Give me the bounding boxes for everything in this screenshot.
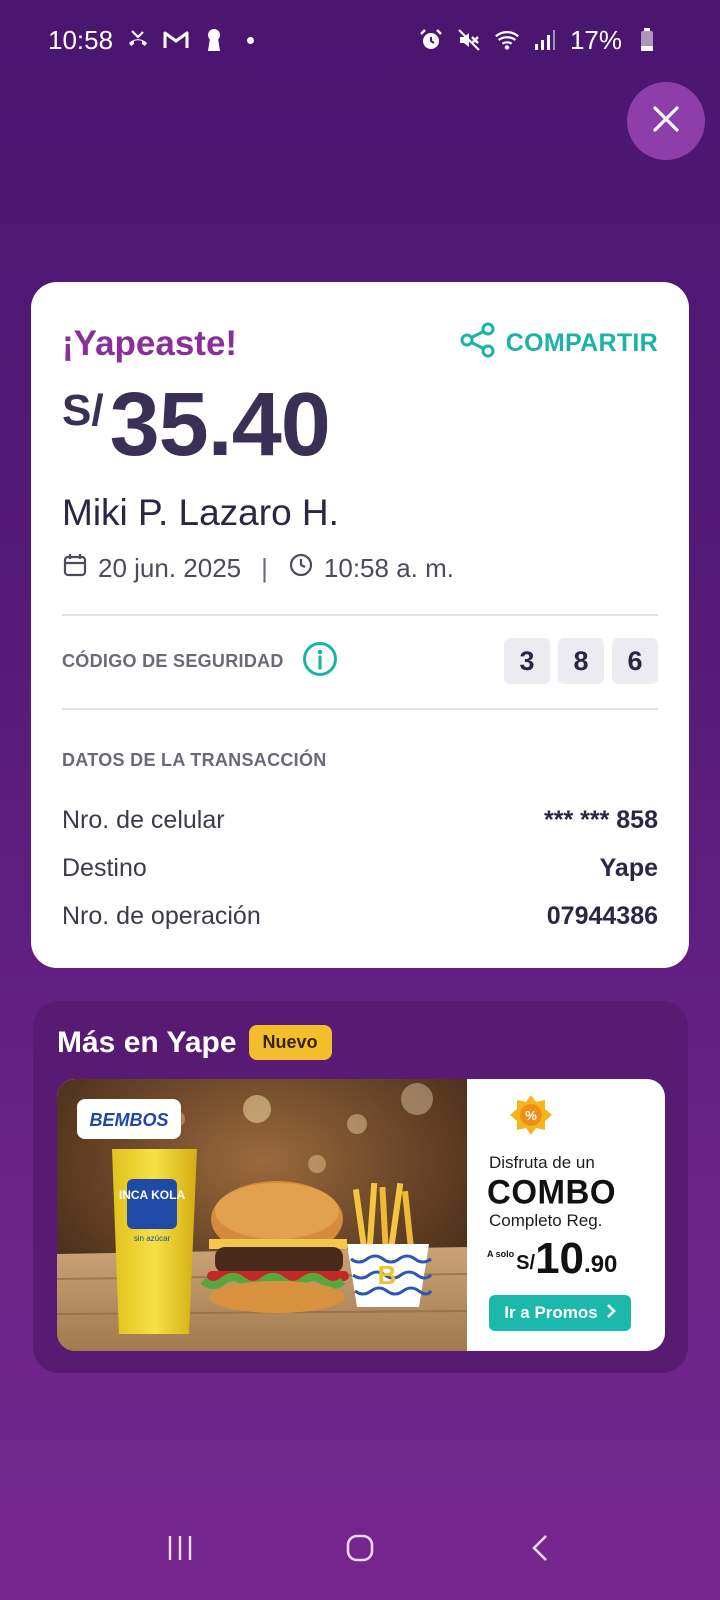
security-digit: 8 — [558, 638, 604, 684]
receipt-card: ¡Yapeaste! COMPARTIR S/ 35.40 Miki P. La… — [31, 282, 689, 968]
row-value: *** *** 858 — [544, 806, 658, 834]
status-time: 10:58 — [48, 24, 114, 55]
promo-headline: COMBO — [487, 1172, 616, 1211]
row-label: Destino — [62, 854, 147, 882]
home-icon — [345, 1533, 375, 1568]
wifi-icon — [494, 27, 520, 53]
brand-logo-text: BEMBOS — [89, 1110, 168, 1130]
transaction-row: Nro. de operación 07944386 — [62, 902, 658, 931]
close-icon — [652, 105, 680, 138]
clock-icon — [288, 552, 314, 585]
share-label: COMPARTIR — [505, 329, 658, 357]
promo-line3: Completo Reg. — [489, 1211, 603, 1230]
more-header: Más en Yape Nuevo — [57, 1025, 332, 1060]
security-digit: 3 — [504, 638, 550, 684]
notification-dot — [247, 36, 255, 44]
status-left: 10:58 — [48, 24, 255, 56]
security-code: 3 8 6 — [504, 638, 658, 684]
time-text: 10:58 a. m. — [323, 553, 454, 583]
row-label: Nro. de celular — [62, 806, 225, 834]
share-icon — [460, 322, 496, 365]
svg-text:B: B — [378, 1260, 397, 1290]
promo-price: A solo S/ 10 .90 — [487, 1237, 617, 1281]
status-bar: 10:58 17% — [0, 0, 720, 80]
mute-icon — [456, 27, 482, 53]
home-button[interactable] — [330, 1520, 390, 1580]
amount-value: 35.40 — [109, 375, 331, 475]
more-title: Más en Yape — [57, 1025, 237, 1059]
recent-apps-icon — [166, 1534, 194, 1567]
recent-apps-button[interactable] — [150, 1520, 210, 1580]
receipt-header: ¡Yapeaste! COMPARTIR — [62, 322, 658, 365]
promo-text: % Disfruta de un COMBO Completo Reg. A s… — [481, 1079, 665, 1351]
recipient-name: Miki P. Lazaro H. — [62, 492, 339, 533]
security-code-label: CÓDIGO DE SEGURIDAD — [62, 650, 284, 671]
battery-percent: 17% — [569, 24, 622, 55]
signal-icon — [532, 27, 558, 53]
drink-logo-text: INCA KOLA — [119, 1188, 186, 1202]
more-in-yape-section: Más en Yape Nuevo INCA KOLA sin azúcar B… — [33, 1001, 688, 1373]
receipt-title: ¡Yapeaste! — [62, 323, 238, 363]
divider — [62, 614, 658, 616]
promo-line1: Disfruta de un — [489, 1153, 595, 1172]
svg-text:%: % — [525, 1108, 537, 1123]
price-integer: 10 — [535, 1234, 585, 1283]
promo-food-image: INCA KOLA sin azúcar BEMBOS B — [57, 1079, 467, 1351]
security-digit: 6 — [612, 638, 658, 684]
row-value: 07944386 — [546, 902, 658, 930]
calendar-icon — [62, 552, 88, 585]
back-icon — [530, 1533, 550, 1568]
system-navigation-bar — [0, 1500, 720, 1600]
currency-symbol: S/ — [62, 386, 104, 435]
promo-cta-label: Ir a Promos — [504, 1303, 598, 1322]
transaction-row: Nro. de celular *** *** 858 — [62, 806, 658, 835]
price-currency: S/ — [516, 1252, 536, 1274]
transaction-row: Destino Yape — [62, 854, 658, 883]
alarm-icon — [418, 27, 444, 53]
security-label-group: CÓDIGO DE SEGURIDAD — [62, 641, 338, 682]
date-time-separator: | — [261, 553, 268, 583]
info-icon[interactable] — [302, 641, 338, 682]
security-code-row: CÓDIGO DE SEGURIDAD 3 8 6 — [62, 636, 658, 686]
row-label: Nro. de operación — [62, 902, 261, 930]
back-button[interactable] — [510, 1520, 570, 1580]
gmail-icon — [163, 27, 189, 53]
discount-icon: % — [509, 1093, 553, 1142]
row-value: Yape — [599, 854, 658, 882]
date-text: 20 jun. 2025 — [98, 553, 242, 583]
go-to-promos-button[interactable]: Ir a Promos — [489, 1295, 631, 1331]
date-time: 20 jun. 2025 | 10:58 a. m. — [62, 552, 454, 585]
promo-banner[interactable]: INCA KOLA sin azúcar BEMBOS B % Disfruta… — [57, 1079, 665, 1351]
missed-call-icon — [125, 27, 151, 53]
share-button[interactable]: COMPARTIR — [460, 322, 658, 365]
drink-sub-text: sin azúcar — [134, 1234, 171, 1243]
battery-icon — [634, 27, 660, 53]
transaction-section-title: DATOS DE LA TRANSACCIÓN — [62, 750, 327, 770]
price-prefix: A solo — [487, 1249, 515, 1259]
status-right: 17% — [418, 25, 660, 56]
price-decimal: .90 — [584, 1251, 618, 1278]
amount: S/ 35.40 — [62, 375, 331, 475]
divider — [62, 708, 658, 710]
new-badge: Nuevo — [248, 1025, 332, 1060]
chevron-right-icon — [606, 1303, 616, 1324]
keyhole-icon — [201, 27, 227, 53]
close-button[interactable] — [627, 82, 705, 160]
